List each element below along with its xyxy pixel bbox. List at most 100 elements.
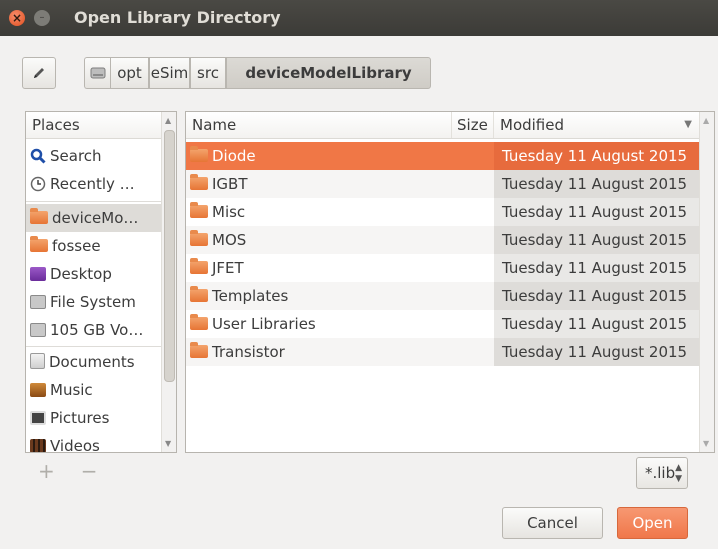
path-segment-esim[interactable]: eSim: [149, 57, 190, 89]
places-divider: [26, 346, 162, 347]
folder-icon: [190, 314, 208, 330]
file-filter-select[interactable]: *.lib ▲ ▼: [636, 457, 688, 489]
place-label: 105 GB Vo…: [50, 321, 144, 339]
places-header: Places: [26, 112, 176, 139]
column-name[interactable]: Name: [186, 112, 452, 138]
drive-icon: [30, 295, 46, 309]
scroll-down-icon[interactable]: ▼: [165, 439, 171, 448]
path-segment-opt[interactable]: opt: [110, 57, 149, 89]
title-bar: × – Open Library Directory: [0, 0, 718, 36]
table-row[interactable]: User Libraries Tuesday 11 August 2015: [186, 310, 700, 338]
place-recently-used[interactable]: Recently …: [26, 170, 162, 198]
table-row[interactable]: Diode Tuesday 11 August 2015: [186, 142, 700, 170]
column-modified-label: Modified: [500, 116, 565, 134]
file-name: Templates: [212, 287, 289, 305]
table-row[interactable]: Templates Tuesday 11 August 2015: [186, 282, 700, 310]
place-label: deviceMo…: [52, 209, 139, 227]
place-label: Search: [50, 147, 102, 165]
minimize-icon[interactable]: –: [34, 10, 50, 26]
pencil-icon: [34, 68, 44, 78]
file-name: JFET: [212, 259, 244, 277]
folder-icon: [190, 146, 208, 162]
spinner-arrows-icon: ▲ ▼: [675, 463, 682, 484]
videos-icon: [30, 439, 46, 452]
close-icon[interactable]: ×: [9, 10, 25, 26]
place-label: Videos: [50, 437, 100, 453]
file-name: Misc: [212, 203, 246, 221]
scroll-down-icon[interactable]: ▼: [703, 439, 709, 448]
file-name: MOS: [212, 231, 247, 249]
place-pictures[interactable]: Pictures: [26, 404, 162, 432]
places-scroll-thumb[interactable]: [164, 130, 175, 382]
place-volume[interactable]: 105 GB Vo…: [26, 316, 162, 344]
path-segment-devicemodellibrary[interactable]: deviceModelLibrary: [226, 57, 431, 89]
table-row[interactable]: Misc Tuesday 11 August 2015: [186, 198, 700, 226]
path-segment-src[interactable]: src: [190, 57, 226, 89]
file-modified: Tuesday 11 August 2015: [494, 142, 700, 170]
table-row[interactable]: IGBT Tuesday 11 August 2015: [186, 170, 700, 198]
drive-icon: [30, 323, 46, 337]
column-modified[interactable]: Modified ▼: [494, 112, 700, 138]
place-videos[interactable]: Videos: [26, 432, 162, 453]
remove-place-button[interactable]: −: [81, 459, 98, 483]
drive-icon: [90, 67, 105, 79]
file-modified: Tuesday 11 August 2015: [494, 338, 700, 366]
place-label: Pictures: [50, 409, 110, 427]
file-list-header: Name Size Modified ▼: [186, 112, 700, 139]
places-divider: [26, 201, 162, 202]
place-label: Desktop: [50, 265, 112, 283]
table-row[interactable]: MOS Tuesday 11 August 2015: [186, 226, 700, 254]
place-music[interactable]: Music: [26, 376, 162, 404]
place-devicemodellibrary[interactable]: deviceMo…: [26, 204, 162, 232]
file-modified: Tuesday 11 August 2015: [494, 254, 700, 282]
open-button[interactable]: Open: [617, 507, 688, 539]
place-label: fossee: [52, 237, 101, 255]
place-label: Music: [50, 381, 93, 399]
file-name: User Libraries: [212, 315, 316, 333]
column-size[interactable]: Size: [452, 112, 494, 138]
pictures-icon: [30, 411, 46, 425]
file-name: Diode: [212, 147, 256, 165]
file-name: IGBT: [212, 175, 248, 193]
scroll-up-icon[interactable]: ▲: [703, 116, 709, 125]
folder-icon: [190, 174, 208, 190]
places-scrollbar[interactable]: ▲ ▼: [161, 112, 176, 452]
edit-location-button[interactable]: [22, 57, 56, 89]
add-place-button[interactable]: +: [38, 459, 55, 483]
place-label: File System: [50, 293, 136, 311]
path-root-button[interactable]: [84, 57, 110, 89]
music-icon: [30, 383, 46, 397]
folder-icon: [190, 286, 208, 302]
documents-icon: [30, 353, 45, 369]
place-desktop[interactable]: Desktop: [26, 260, 162, 288]
folder-icon: [190, 230, 208, 246]
file-modified: Tuesday 11 August 2015: [494, 170, 700, 198]
desktop-icon: [30, 267, 46, 281]
folder-icon: [190, 342, 208, 358]
home-folder-icon: [30, 236, 48, 252]
file-list-scrollbar[interactable]: ▲ ▼: [699, 112, 714, 452]
file-modified: Tuesday 11 August 2015: [494, 282, 700, 310]
folder-icon: [190, 202, 208, 218]
folder-icon: [30, 208, 48, 224]
folder-icon: [190, 258, 208, 274]
table-row[interactable]: JFET Tuesday 11 August 2015: [186, 254, 700, 282]
place-file-system[interactable]: File System: [26, 288, 162, 316]
file-name: Transistor: [212, 343, 285, 361]
file-modified: Tuesday 11 August 2015: [494, 226, 700, 254]
search-icon: [30, 148, 46, 164]
scroll-up-icon[interactable]: ▲: [165, 116, 171, 125]
sort-descending-icon: ▼: [684, 119, 692, 130]
place-fossee[interactable]: fossee: [26, 232, 162, 260]
window-title: Open Library Directory: [74, 8, 281, 27]
place-add-remove: + −: [38, 459, 124, 483]
open-library-dialog: × – Open Library Directory opt eSim src …: [0, 0, 718, 549]
file-modified: Tuesday 11 August 2015: [494, 310, 700, 338]
cancel-button[interactable]: Cancel: [502, 507, 603, 539]
table-row[interactable]: Transistor Tuesday 11 August 2015: [186, 338, 700, 366]
place-documents[interactable]: Documents: [26, 348, 162, 376]
place-search[interactable]: Search: [26, 142, 162, 170]
places-sidebar: Places Search Recently … deviceMo… fosse…: [25, 111, 177, 453]
file-modified: Tuesday 11 August 2015: [494, 198, 700, 226]
place-label: Recently …: [50, 175, 135, 193]
